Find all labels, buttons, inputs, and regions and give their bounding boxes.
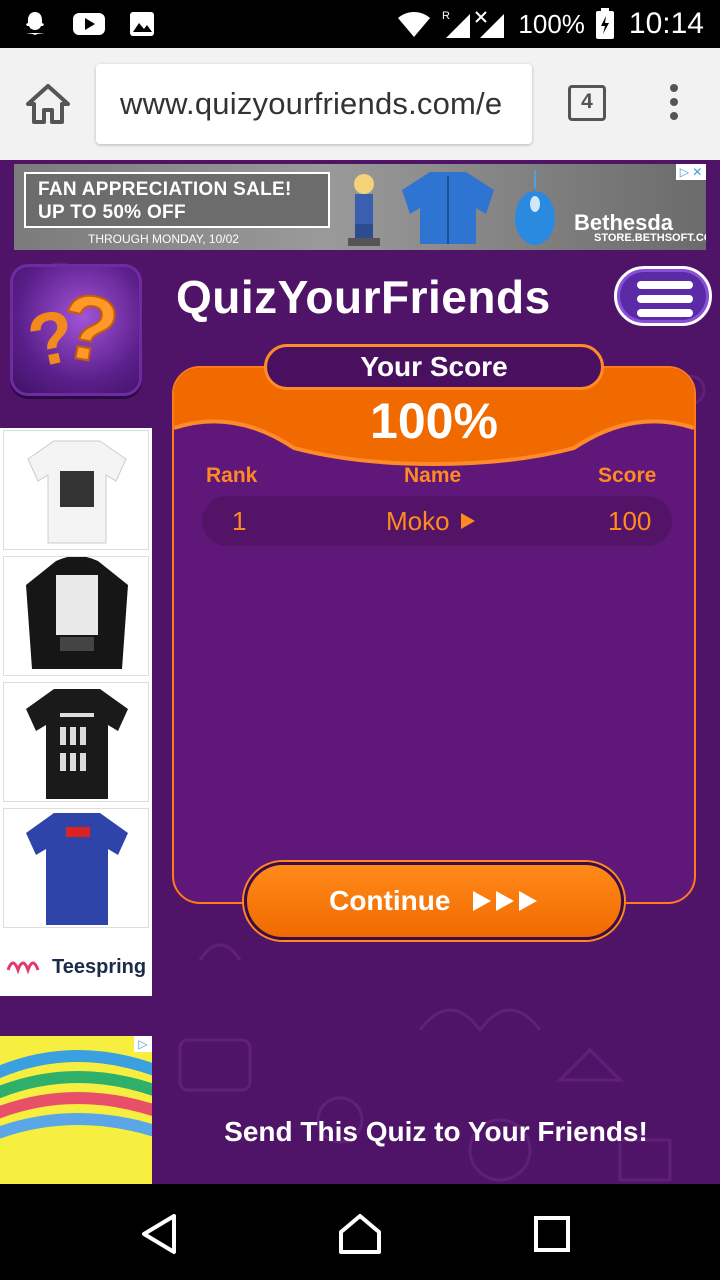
tab-switcher-button[interactable]: 4: [568, 85, 606, 121]
teespring-label: Teespring: [52, 956, 147, 978]
ad-dates: THROUGH MONDAY, 10/02: [88, 232, 239, 246]
ad-brand-url: STORE.BETHSOFT.COM: [594, 232, 706, 244]
ad-headline: FAN APPRECIATION SALE!: [38, 179, 292, 200]
status-bar: R 100% 10:14: [0, 0, 720, 48]
site-logo[interactable]: ? ?: [10, 264, 142, 396]
ad-discount: UP TO 50% OFF: [38, 202, 186, 223]
side-ad-teespring[interactable]: ▷ ✕ Teespring: [0, 428, 152, 996]
vault-boy-figure: [348, 174, 380, 246]
bottom-ad-choices-icon[interactable]: ▷: [134, 1036, 152, 1052]
mouse-image: [515, 170, 555, 245]
continue-button[interactable]: Continue: [244, 862, 624, 940]
clock: 10:14: [628, 7, 704, 40]
row-rank: 1: [232, 506, 247, 536]
banner-ad[interactable]: FAN APPRECIATION SALE! UP TO 50% OFF THR…: [14, 164, 706, 250]
share-quiz-text: Send This Quiz to Your Friends!: [224, 1116, 648, 1147]
android-nav-bar: [0, 1184, 720, 1280]
snapchat-icon: [26, 12, 44, 35]
white-shirt-image: [27, 440, 127, 544]
row-name[interactable]: Moko: [386, 506, 478, 537]
score-percentage: 100%: [370, 393, 498, 449]
score-card: 100% Rank Name Score 1 Moko 100: [172, 366, 696, 904]
fast-forward-icon: [472, 891, 537, 911]
ad-choices-icon[interactable]: ▷ ✕: [676, 164, 706, 180]
ad-shirt-black[interactable]: [3, 682, 149, 802]
url-text: www.quizyourfriends.com/e: [120, 86, 503, 121]
column-header-rank: Rank: [206, 464, 258, 487]
gallery-icon: [130, 12, 154, 36]
bottom-ad[interactable]: ▷: [0, 1036, 152, 1184]
address-bar[interactable]: www.quizyourfriends.com/e: [96, 64, 532, 144]
ad-hoodie-black[interactable]: [3, 556, 149, 676]
svg-text:?: ?: [53, 274, 126, 384]
question-mark-logo-icon: ? ?: [21, 273, 127, 385]
back-icon[interactable]: [138, 1212, 182, 1256]
ad-sale-box: FAN APPRECIATION SALE! UP TO 50% OFF: [24, 172, 330, 228]
home-icon[interactable]: [22, 78, 74, 130]
battery-percent: 100%: [518, 8, 585, 39]
browser-toolbar: www.quizyourfriends.com/e 4: [0, 48, 720, 160]
leaderboard-row[interactable]: 1 Moko 100: [202, 496, 672, 546]
ad-shirt-white[interactable]: [3, 430, 149, 550]
recents-icon[interactable]: [530, 1212, 574, 1256]
site-title: QuizYourFriends: [176, 271, 551, 323]
teespring-brand: Teespring: [6, 956, 146, 979]
sweater-image: [402, 172, 494, 244]
blue-shirt-image: [26, 813, 128, 925]
web-page: FAN APPRECIATION SALE! UP TO 50% OFF THR…: [0, 160, 720, 1184]
hamburger-menu-icon[interactable]: [614, 266, 712, 326]
column-header-score: Score: [598, 464, 657, 487]
home-nav-icon[interactable]: [338, 1212, 382, 1256]
signal-icon: R: [442, 10, 505, 38]
continue-label: Continue: [329, 885, 451, 916]
ad-shirt-blue[interactable]: [3, 808, 149, 928]
svg-text:R: R: [442, 10, 450, 22]
row-name-text: Moko: [386, 506, 450, 536]
row-score: 100: [608, 506, 652, 536]
black-shirt-image: [26, 689, 128, 799]
rainbow-ad-image: [0, 1050, 152, 1139]
column-header-name: Name: [404, 464, 462, 487]
wifi-icon: [398, 12, 431, 37]
teespring-logo-icon: [6, 961, 40, 975]
your-score-pill: Your Score: [264, 344, 604, 390]
black-hoodie-image: [26, 556, 128, 669]
battery-icon: [595, 8, 614, 39]
play-arrow-icon: [460, 513, 475, 529]
youtube-icon: [73, 13, 105, 35]
overflow-menu-icon[interactable]: [664, 84, 684, 124]
your-score-label: Your Score: [360, 351, 508, 382]
